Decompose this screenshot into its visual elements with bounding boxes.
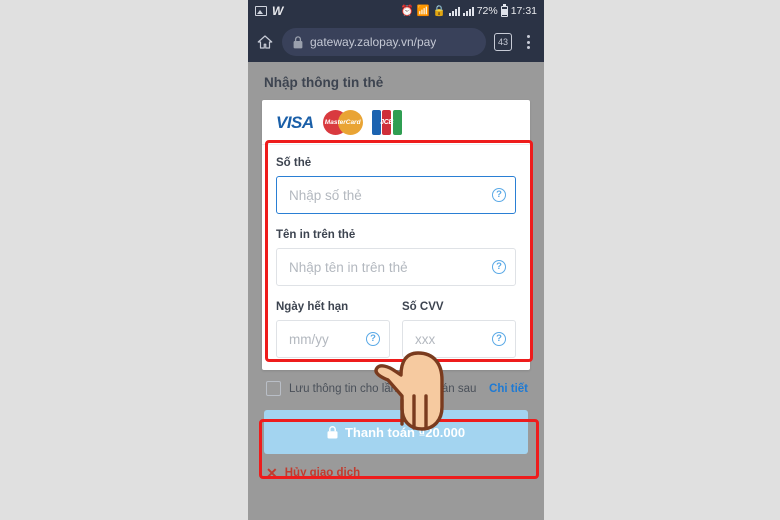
card-name-placeholder: Nhập tên in trên thẻ bbox=[289, 259, 408, 275]
browser-toolbar: gateway.zalopay.vn/pay 43 bbox=[248, 22, 544, 62]
save-info-checkbox[interactable] bbox=[266, 381, 281, 396]
jcb-label: JCB bbox=[380, 119, 394, 126]
card-brand-logos: VISA MasterCard JCB bbox=[262, 100, 530, 145]
overflow-menu-icon[interactable] bbox=[520, 35, 536, 49]
pointing-hand-down-icon bbox=[374, 351, 444, 431]
card-name-help-icon[interactable]: ? bbox=[492, 260, 506, 274]
card-name-input[interactable]: Nhập tên in trên thẻ ? bbox=[276, 248, 516, 286]
card-number-input[interactable]: Nhập số thẻ ? bbox=[276, 176, 516, 214]
page-title: Nhập thông tin thẻ bbox=[264, 75, 384, 90]
mastercard-label: MasterCard bbox=[324, 119, 361, 126]
card-number-placeholder: Nhập số thẻ bbox=[289, 187, 362, 203]
signal-1-icon bbox=[448, 6, 460, 16]
page-content: Nhập thông tin thẻ VISA MasterCard JCB S… bbox=[248, 62, 544, 520]
battery-percent: 72% bbox=[476, 5, 498, 17]
screenshot-canvas: W ⏰ 📶 🔒 72% 17:31 gateway.zalopay.vn/pay… bbox=[0, 0, 780, 520]
card-number-help-icon[interactable]: ? bbox=[492, 188, 506, 202]
clock-time: 17:31 bbox=[510, 5, 537, 17]
sync-icon: 🔒 bbox=[432, 4, 446, 17]
field-card-name: Tên in trên thẻ Nhập tên in trên thẻ ? bbox=[276, 229, 516, 286]
jcb-icon: JCB bbox=[371, 110, 402, 135]
visa-icon: VISA bbox=[276, 112, 314, 132]
cancel-label: Hủy giao dịch bbox=[284, 467, 361, 479]
signal-2-icon bbox=[462, 6, 474, 16]
w-app-icon: W bbox=[272, 4, 283, 18]
url-text: gateway.zalopay.vn/pay bbox=[310, 35, 437, 49]
address-bar[interactable]: gateway.zalopay.vn/pay bbox=[282, 28, 486, 56]
mastercard-icon: MasterCard bbox=[322, 110, 363, 135]
detail-link[interactable]: Chi tiết bbox=[489, 383, 528, 395]
battery-icon bbox=[500, 3, 508, 17]
alarm-icon: ⏰ bbox=[400, 4, 414, 17]
lock-icon bbox=[293, 35, 303, 48]
phone-viewport: W ⏰ 📶 🔒 72% 17:31 gateway.zalopay.vn/pay… bbox=[248, 0, 544, 520]
field-card-number: Số thẻ Nhập số thẻ ? bbox=[276, 157, 516, 214]
expiry-label: Ngày hết hạn bbox=[276, 301, 349, 313]
cvv-help-icon[interactable]: ? bbox=[492, 332, 506, 346]
status-bar: W ⏰ 📶 🔒 72% 17:31 bbox=[248, 0, 544, 22]
wifi-icon: 📶 bbox=[416, 4, 430, 17]
card-name-label: Tên in trên thẻ bbox=[276, 229, 356, 241]
close-x-icon: ✕ bbox=[266, 465, 278, 481]
photo-icon bbox=[255, 6, 267, 16]
card-number-label: Số thẻ bbox=[276, 157, 312, 169]
lock-icon bbox=[327, 425, 338, 438]
card-form-panel: VISA MasterCard JCB Số thẻ Nhập số thẻ ?… bbox=[262, 100, 530, 370]
home-icon[interactable] bbox=[256, 33, 274, 51]
cancel-transaction-link[interactable]: ✕ Hủy giao dịch bbox=[262, 454, 530, 480]
tab-count-button[interactable]: 43 bbox=[494, 33, 512, 51]
cvv-label: Số CVV bbox=[402, 301, 444, 313]
card-form: Số thẻ Nhập số thẻ ? Tên in trên thẻ Nhậ… bbox=[262, 145, 530, 370]
expiry-placeholder: mm/yy bbox=[289, 331, 329, 347]
